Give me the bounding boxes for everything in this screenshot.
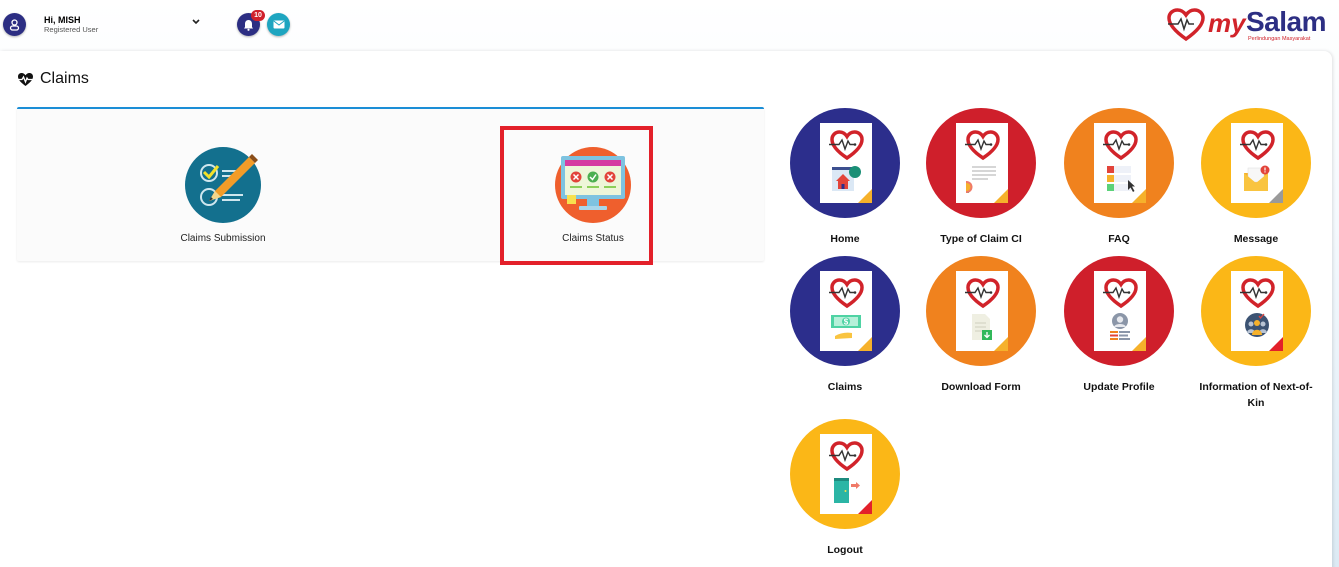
page-fold-corner: [858, 337, 872, 351]
heart-pulse-icon: [965, 130, 1000, 161]
user-avatar[interactable]: [3, 13, 26, 36]
heart-pulse-icon: [965, 278, 1000, 309]
page-title: Claims: [17, 70, 89, 88]
tile-circle: [790, 108, 900, 218]
tile-update-profile[interactable]: Update Profile: [1054, 256, 1184, 395]
tile-circle: [926, 256, 1036, 366]
tile-circle: [1064, 256, 1174, 366]
tile-circle: [1201, 108, 1311, 218]
heart-pulse-icon: [1103, 130, 1138, 161]
tile-label: Message: [1233, 233, 1279, 245]
heartbeat-icon: [18, 72, 33, 86]
document-icon: [820, 123, 872, 203]
chevron-down-icon: [192, 19, 200, 25]
greeting-text: Hi, MISH: [44, 15, 81, 25]
messages-button[interactable]: [267, 13, 290, 36]
document-icon: [1094, 271, 1146, 351]
heart-pulse-icon: [1240, 130, 1275, 161]
tile-download-form[interactable]: Download Form: [916, 256, 1046, 395]
claims-options-card: Claims Submission Claims Status: [17, 107, 764, 261]
tile-label: Information of Next-of-Kin: [1199, 381, 1313, 409]
mysalam-logo[interactable]: my Salam Perlindungan Masyarakat: [1166, 5, 1331, 45]
tile-label: Update Profile: [1083, 381, 1155, 393]
document-icon: [1094, 123, 1146, 203]
tile-faq[interactable]: FAQ: [1054, 108, 1184, 247]
heartbeat-logo-icon: [1167, 8, 1205, 42]
tile-label: Logout: [827, 544, 863, 556]
document-icon: [956, 123, 1008, 203]
checklist-pen-icon: [185, 147, 261, 223]
tile-label: Home: [830, 233, 860, 245]
user-role: Registered User: [44, 25, 99, 34]
logo-my: my: [1208, 8, 1246, 38]
tile-label: Claims: [827, 381, 863, 393]
monitor-status-icon: [555, 147, 631, 223]
tile-home[interactable]: Home: [780, 108, 910, 247]
tile-message[interactable]: Message: [1191, 108, 1321, 247]
claims-submission-label: Claims Submission: [180, 233, 266, 244]
bell-icon: [244, 19, 253, 31]
tile-logout[interactable]: Logout: [780, 419, 910, 558]
heart-pulse-icon: [829, 278, 864, 309]
page-fold-corner: [1132, 337, 1146, 351]
document-icon: [1231, 271, 1283, 351]
document-icon: $: [820, 271, 872, 351]
page-title-text: Claims: [40, 70, 89, 87]
claims-status-option[interactable]: Claims Status: [493, 109, 693, 263]
tile-circle: [1064, 108, 1174, 218]
mail-icon: [272, 20, 285, 29]
notification-count-badge: 10: [251, 10, 265, 21]
page-fold-corner: [858, 500, 872, 514]
page-fold-corner: [858, 189, 872, 203]
user-menu-dropdown[interactable]: [190, 16, 202, 28]
tile-circle: [1201, 256, 1311, 366]
page-fold-corner: [1269, 337, 1283, 351]
top-bar: Hi, MISH Registered User 10 my Salam Per…: [0, 0, 1339, 50]
page-fold-corner: [994, 337, 1008, 351]
tile-circle: $: [790, 256, 900, 366]
heart-pulse-icon: [1103, 278, 1138, 309]
heart-pulse-icon: [1240, 278, 1275, 309]
claims-submission-option[interactable]: Claims Submission: [123, 109, 323, 263]
page-fold-corner: [1269, 189, 1283, 203]
tile-claims[interactable]: $ Claims: [780, 256, 910, 395]
svg-text:$: $: [844, 318, 849, 327]
logo-tagline: Perlindungan Masyarakat: [1248, 36, 1311, 42]
heart-pulse-icon: [829, 130, 864, 161]
page-fold-corner: [994, 189, 1008, 203]
tile-circle: [926, 108, 1036, 218]
heart-pulse-icon: [829, 441, 864, 472]
logo-salam: Salam: [1246, 6, 1327, 37]
page-fold-corner: [1132, 189, 1146, 203]
tile-label: Type of Claim CI: [940, 233, 1022, 245]
tile-label: Download Form: [941, 381, 1021, 393]
document-icon: [956, 271, 1008, 351]
tile-circle: [790, 419, 900, 529]
user-icon: [9, 18, 20, 31]
document-icon: [820, 434, 872, 514]
claims-status-label: Claims Status: [562, 233, 624, 244]
tile-label: FAQ: [1108, 233, 1130, 245]
tile-type-of-claim-ci[interactable]: Type of Claim CI: [916, 108, 1046, 247]
user-greeting: Hi, MISH Registered User: [44, 15, 98, 35]
tile-information-of-next-of-kin[interactable]: Information of Next-of-Kin: [1191, 256, 1321, 411]
document-icon: [1231, 123, 1283, 203]
